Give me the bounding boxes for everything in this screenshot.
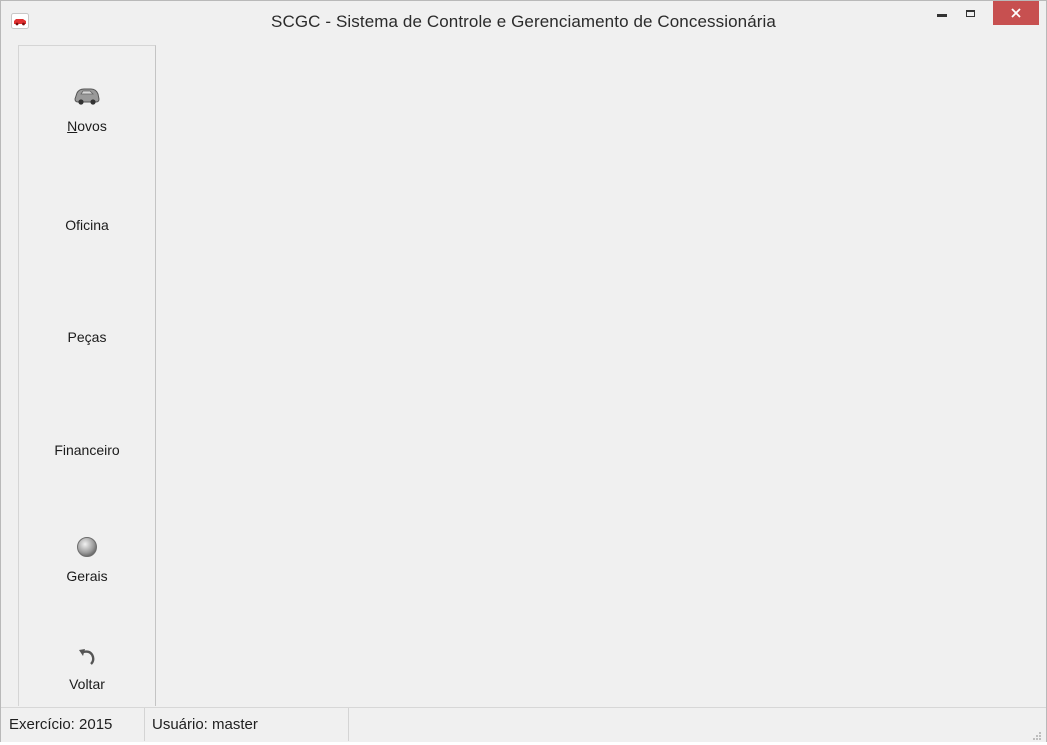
- sidebar-item-label: Oficina: [65, 217, 109, 233]
- title-bar[interactable]: SCGC - Sistema de Controle e Gerenciamen…: [1, 1, 1046, 43]
- sidebar-item-label: Novos: [67, 118, 107, 134]
- sidebar-item-label: Financeiro: [54, 442, 120, 458]
- sidebar-item-financeiro[interactable]: Financeiro: [19, 442, 155, 458]
- main-window: SCGC - Sistema de Controle e Gerenciamen…: [0, 0, 1047, 742]
- sidebar-item-label: Peças: [67, 329, 107, 345]
- maximize-button[interactable]: [957, 1, 983, 25]
- sidebar-item-voltar[interactable]: Voltar: [19, 648, 155, 692]
- sidebar-item-label: Gerais: [66, 568, 108, 584]
- maximize-icon: [965, 9, 975, 17]
- window-title: SCGC - Sistema de Controle e Gerenciamen…: [271, 12, 776, 31]
- minimize-button[interactable]: [929, 1, 955, 25]
- gray-circle-icon: [19, 536, 155, 561]
- status-bar: Exercício: 2015 Usuário: master: [1, 707, 1046, 742]
- minimize-icon: [937, 13, 947, 17]
- close-icon: [1011, 8, 1021, 18]
- resize-grip-icon[interactable]: [1032, 728, 1042, 740]
- sidebar-menu: Novos Oficina Peças Financeiro Gerais Vo…: [18, 45, 156, 706]
- sidebar-item-novos[interactable]: Novos: [19, 84, 155, 134]
- car-icon: [19, 84, 155, 111]
- sidebar-item-label: Voltar: [69, 676, 105, 692]
- sidebar-item-oficina[interactable]: Oficina: [19, 217, 155, 233]
- sidebar-item-pecas[interactable]: Peças: [19, 329, 155, 345]
- close-button[interactable]: [993, 1, 1039, 25]
- undo-arrow-icon: [19, 648, 155, 669]
- sidebar-item-gerais[interactable]: Gerais: [19, 536, 155, 584]
- status-usuario: Usuário: master: [145, 708, 349, 741]
- status-exercicio: Exercício: 2015: [1, 708, 145, 741]
